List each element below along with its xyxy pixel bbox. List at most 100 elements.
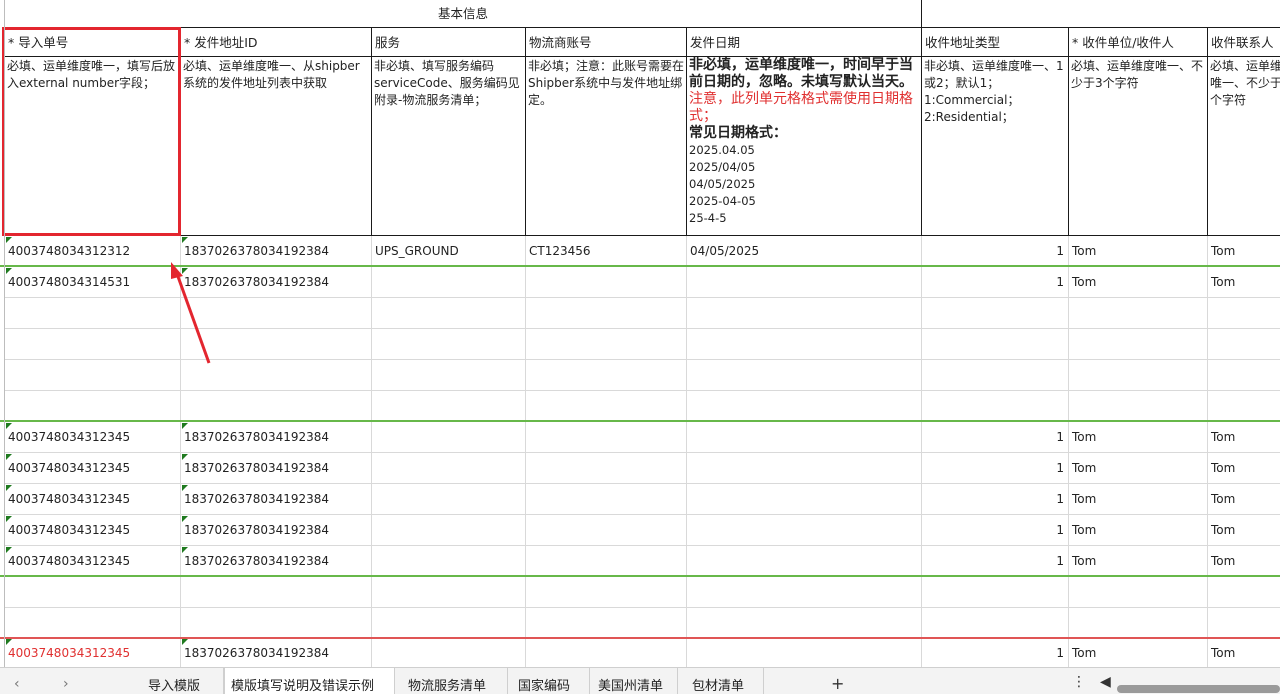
empty-cell[interactable] [5, 391, 181, 422]
tab-us-states[interactable]: 美国州清单 [592, 668, 678, 694]
empty-cell[interactable] [687, 329, 922, 360]
cell-sender-address-id[interactable]: 1837026378034192384 [181, 515, 372, 546]
desc-ship-date[interactable]: 非必填，运单维度唯一，时间早于当前日期的，忽略。未填写默认当天。注意，此列单元格… [687, 57, 922, 236]
cell-recipient-address-type[interactable]: 1 [922, 515, 1069, 546]
empty-cell[interactable] [372, 608, 526, 639]
cell-sender-address-id[interactable]: 1837026378034192384 [181, 267, 372, 298]
empty-cell[interactable] [922, 298, 1069, 329]
empty-cell[interactable] [181, 608, 372, 639]
cell-recipient-contact[interactable]: Tom [1208, 638, 1280, 667]
cell-carrier-account[interactable] [526, 546, 687, 577]
empty-cell[interactable] [5, 329, 181, 360]
cell-ship-date[interactable] [687, 453, 922, 484]
desc-carrier-account[interactable]: 非必填；注意：此账号需要在Shipber系统中与发件地址绑定。 [526, 57, 687, 236]
empty-cell[interactable] [1208, 577, 1280, 608]
empty-cell[interactable] [526, 298, 687, 329]
cell-recipient-contact[interactable]: Tom [1208, 484, 1280, 515]
cell-recipient-contact[interactable]: Tom [1208, 422, 1280, 453]
cell-service[interactable]: UPS_GROUND [372, 236, 526, 267]
empty-cell[interactable] [181, 577, 372, 608]
empty-cell[interactable] [5, 608, 181, 639]
cell-sender-address-id[interactable]: 1837026378034192384 [181, 546, 372, 577]
cell-service[interactable] [372, 638, 526, 667]
empty-cell[interactable] [1208, 329, 1280, 360]
cell-ship-date[interactable] [687, 267, 922, 298]
empty-cell[interactable] [1208, 391, 1280, 422]
empty-cell[interactable] [687, 391, 922, 422]
tab-template-instructions[interactable]: 模版填写说明及错误示例 [224, 668, 395, 694]
horizontal-scrollbar[interactable] [1117, 685, 1280, 693]
empty-cell[interactable] [687, 608, 922, 639]
empty-cell[interactable] [372, 298, 526, 329]
cell-carrier-account[interactable] [526, 453, 687, 484]
empty-cell[interactable] [526, 608, 687, 639]
empty-cell[interactable] [922, 329, 1069, 360]
empty-cell[interactable] [1069, 608, 1208, 639]
cell-ship-date[interactable] [687, 422, 922, 453]
empty-cell[interactable] [5, 577, 181, 608]
tab-scroll-prev-icon[interactable]: ‹ [14, 676, 20, 692]
empty-cell[interactable] [372, 577, 526, 608]
cell-ship-date[interactable] [687, 484, 922, 515]
cell-sender-address-id[interactable]: 1837026378034192384 [181, 453, 372, 484]
cell-recipient-contact[interactable]: Tom [1208, 453, 1280, 484]
tab-country-codes[interactable]: 国家编码 [512, 668, 590, 694]
cell-import-order[interactable]: 4003748034312312 [5, 236, 181, 267]
cell-carrier-account[interactable] [526, 484, 687, 515]
cell-ship-date[interactable] [687, 546, 922, 577]
cell-recipient-name[interactable]: Tom [1069, 515, 1208, 546]
cell-recipient-address-type[interactable]: 1 [922, 236, 1069, 267]
cell-carrier-account[interactable]: CT123456 [526, 236, 687, 267]
section-title[interactable]: 基本信息 [5, 0, 922, 28]
add-sheet-icon[interactable]: + [831, 674, 844, 693]
cell-ship-date[interactable]: 04/05/2025 [687, 236, 922, 267]
header-carrier-account[interactable]: 物流商账号 [526, 28, 687, 57]
empty-cell[interactable] [1069, 391, 1208, 422]
cell-import-order[interactable]: 4003748034312345 [5, 515, 181, 546]
empty-cell[interactable] [1069, 329, 1208, 360]
empty-cell[interactable] [181, 298, 372, 329]
empty-cell[interactable] [1069, 577, 1208, 608]
desc-recipient-name[interactable]: 必填、运单维度唯一、不少于3个字符 [1069, 57, 1208, 236]
desc-recipient-contact[interactable]: 必填、运单维度唯一、不少于3个字符 [1208, 57, 1280, 236]
empty-cell[interactable] [1069, 360, 1208, 391]
empty-cell[interactable] [372, 391, 526, 422]
cell-service[interactable] [372, 422, 526, 453]
cell-service[interactable] [372, 515, 526, 546]
cell-import-order[interactable]: 4003748034312345 [5, 546, 181, 577]
cell-recipient-address-type[interactable]: 1 [922, 453, 1069, 484]
empty-cell[interactable] [922, 391, 1069, 422]
empty-cell[interactable] [1208, 360, 1280, 391]
empty-cell[interactable] [922, 360, 1069, 391]
cell-import-order[interactable]: 4003748034312345 [5, 422, 181, 453]
cell-carrier-account[interactable] [526, 638, 687, 667]
cell-import-order[interactable]: 4003748034312345 [5, 484, 181, 515]
cell-import-order[interactable]: 4003748034312345 [5, 638, 181, 667]
cell-recipient-address-type[interactable]: 1 [922, 422, 1069, 453]
header-service[interactable]: 服务 [372, 28, 526, 57]
cell-recipient-address-type[interactable]: 1 [922, 638, 1069, 667]
tab-scroll-next-icon[interactable]: › [63, 676, 69, 692]
empty-cell[interactable] [372, 360, 526, 391]
header-recipient-name[interactable]: * 收件单位/收件人 [1069, 28, 1208, 57]
header-ship-date[interactable]: 发件日期 [687, 28, 922, 57]
cell-service[interactable] [372, 453, 526, 484]
cell-import-order[interactable]: 4003748034312345 [5, 453, 181, 484]
empty-cell[interactable] [181, 360, 372, 391]
cell-ship-date[interactable] [687, 515, 922, 546]
cell-import-order[interactable]: 4003748034314531 [5, 267, 181, 298]
empty-cell[interactable] [5, 298, 181, 329]
empty-cell[interactable] [526, 360, 687, 391]
section-title-cont[interactable] [922, 0, 1280, 28]
empty-cell[interactable] [526, 391, 687, 422]
empty-cell[interactable] [922, 577, 1069, 608]
cell-service[interactable] [372, 546, 526, 577]
empty-cell[interactable] [922, 608, 1069, 639]
cell-recipient-name[interactable]: Tom [1069, 453, 1208, 484]
empty-cell[interactable] [1069, 298, 1208, 329]
tab-logistics-services[interactable]: 物流服务清单 [402, 668, 508, 694]
cell-recipient-name[interactable]: Tom [1069, 422, 1208, 453]
cell-recipient-name[interactable]: Tom [1069, 638, 1208, 667]
cell-carrier-account[interactable] [526, 267, 687, 298]
empty-cell[interactable] [181, 329, 372, 360]
